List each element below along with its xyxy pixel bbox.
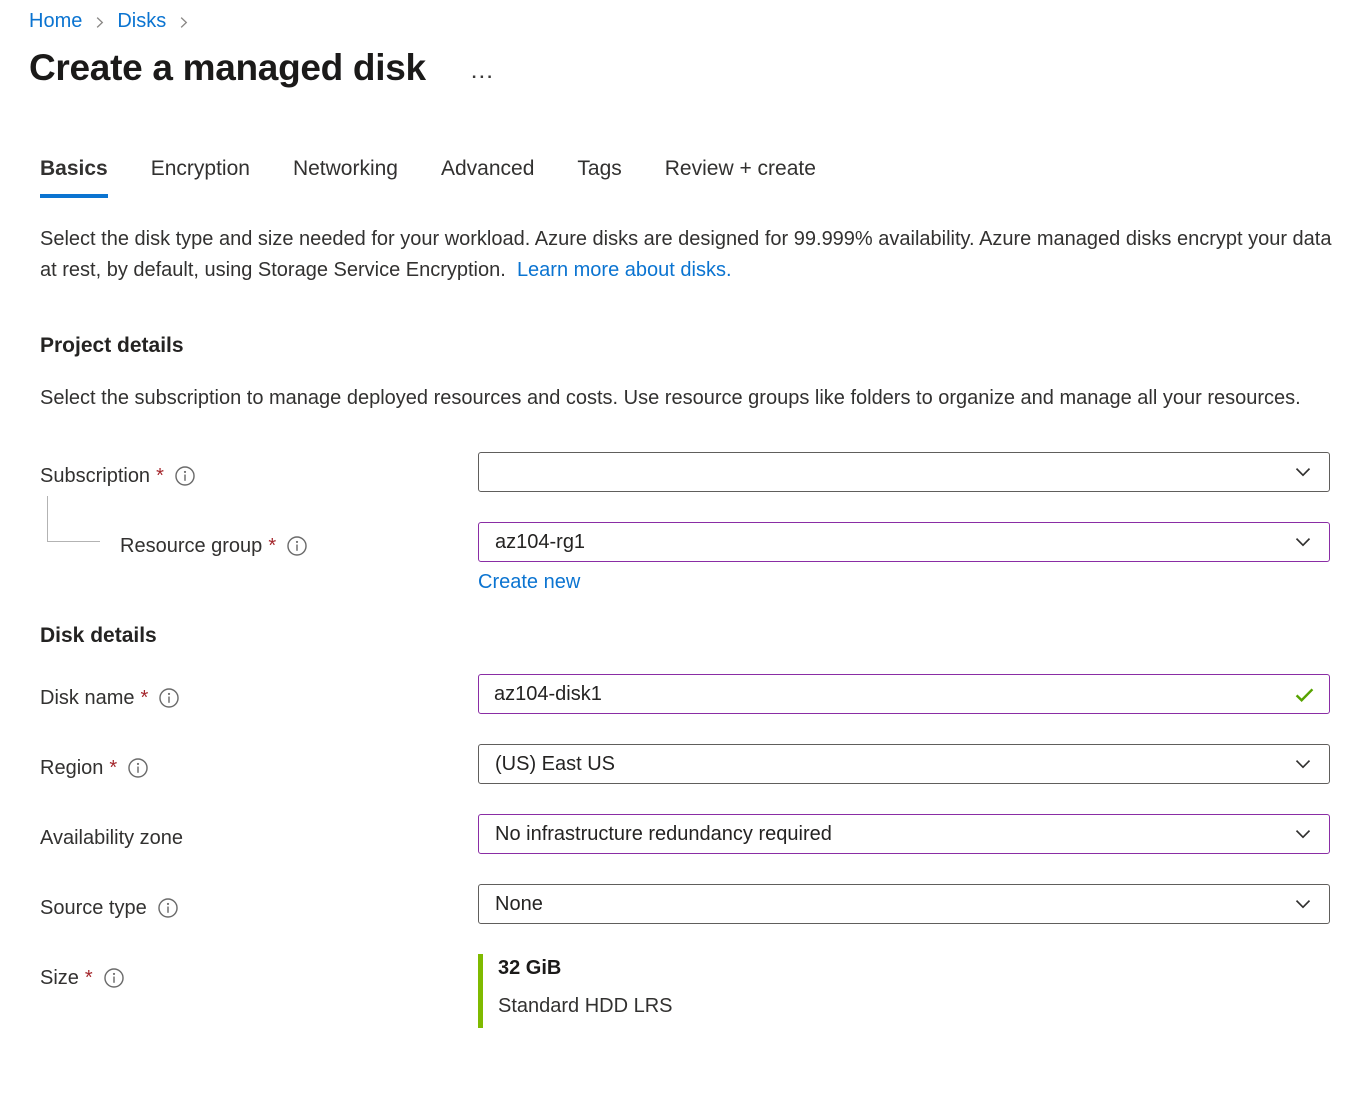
availability-zone-field-cell: No infrastructure redundancy required (478, 814, 1330, 854)
availability-zone-dropdown[interactable]: No infrastructure redundancy required (478, 814, 1330, 854)
subscription-row: Subscription * (40, 452, 1348, 492)
breadcrumb: Home Disks (0, 0, 1348, 33)
project-details-description: Select the subscription to manage deploy… (40, 383, 1325, 414)
section-heading-project-details: Project details (40, 334, 1348, 358)
size-label-cell: Size * (40, 954, 478, 994)
size-field-cell: 32 GiB Standard HDD LRS (478, 954, 1330, 1028)
disk-name-label-cell: Disk name * (40, 674, 478, 714)
create-new-resource-group-link[interactable]: Create new (478, 571, 580, 594)
region-dropdown[interactable]: (US) East US (478, 744, 1330, 784)
required-asterisk: * (109, 757, 117, 780)
more-menu-button[interactable]: ... (472, 63, 495, 83)
source-type-dropdown[interactable]: None (478, 884, 1330, 924)
chevron-down-icon (1293, 754, 1313, 774)
size-label: Size (40, 967, 79, 990)
tab-review-create[interactable]: Review + create (665, 157, 816, 198)
required-asterisk: * (140, 687, 148, 710)
source-type-field-cell: None (478, 884, 1330, 924)
basics-form: Subscription * Resource group (40, 452, 1348, 1028)
subscription-field-cell (478, 452, 1330, 492)
subscription-dropdown[interactable] (478, 452, 1330, 492)
chevron-down-icon (1293, 894, 1313, 914)
learn-more-link[interactable]: Learn more about disks. (517, 259, 732, 281)
availability-zone-label-cell: Availability zone (40, 814, 478, 854)
region-label-cell: Region * (40, 744, 478, 784)
info-icon[interactable] (157, 897, 179, 919)
chevron-down-icon (1293, 824, 1313, 844)
breadcrumb-link-home[interactable]: Home (29, 10, 82, 33)
create-managed-disk-page: Home Disks Create a managed disk ... Bas… (0, 0, 1348, 1101)
size-value: 32 GiB (498, 957, 1330, 980)
availability-zone-value: No infrastructure redundancy required (495, 823, 832, 846)
source-type-row: Source type None (40, 884, 1348, 924)
size-row: Size * 32 GiB Standard HDD LRS (40, 954, 1348, 1028)
tab-bar: Basics Encryption Networking Advanced Ta… (40, 157, 1348, 198)
source-type-label-cell: Source type (40, 884, 478, 924)
availability-zone-label: Availability zone (40, 827, 183, 850)
size-sku: Standard HDD LRS (498, 995, 1330, 1018)
section-heading-disk-details: Disk details (40, 624, 1348, 648)
resource-group-label: Resource group (120, 535, 262, 558)
intro-text: Select the disk type and size needed for… (40, 224, 1334, 286)
required-asterisk: * (85, 967, 93, 990)
chevron-down-icon (1293, 532, 1313, 552)
tab-networking[interactable]: Networking (293, 157, 398, 198)
region-row: Region * (US) East US (40, 744, 1348, 784)
tab-advanced[interactable]: Advanced (441, 157, 534, 198)
info-icon[interactable] (158, 687, 180, 709)
tab-encryption[interactable]: Encryption (151, 157, 250, 198)
source-type-value: None (495, 893, 543, 916)
disk-name-label: Disk name (40, 687, 134, 710)
breadcrumb-link-disks[interactable]: Disks (117, 10, 166, 33)
required-asterisk: * (268, 535, 276, 558)
required-asterisk: * (156, 465, 164, 488)
subscription-label-cell: Subscription * (40, 452, 478, 492)
size-summary: 32 GiB Standard HDD LRS (478, 954, 1330, 1028)
info-icon[interactable] (103, 967, 125, 989)
resource-group-row: Resource group * az104-rg1 Create new (40, 522, 1348, 594)
disk-name-input[interactable] (478, 674, 1330, 714)
resource-group-dropdown[interactable]: az104-rg1 (478, 522, 1330, 562)
chevron-down-icon (1293, 462, 1313, 482)
source-type-label: Source type (40, 897, 147, 920)
region-value: (US) East US (495, 753, 615, 776)
info-icon[interactable] (174, 465, 196, 487)
chevron-right-icon (92, 15, 107, 30)
region-label: Region (40, 757, 103, 780)
disk-name-field-cell (478, 674, 1330, 714)
title-row: Create a managed disk ... (0, 47, 1348, 89)
resource-group-value: az104-rg1 (495, 531, 585, 554)
region-field-cell: (US) East US (478, 744, 1330, 784)
disk-name-row: Disk name * (40, 674, 1348, 714)
info-icon[interactable] (127, 757, 149, 779)
valid-checkmark-icon (1293, 683, 1316, 711)
info-icon[interactable] (286, 535, 308, 557)
resource-group-label-cell: Resource group * (40, 522, 478, 562)
subscription-label: Subscription (40, 465, 150, 488)
tab-tags[interactable]: Tags (577, 157, 621, 198)
page-title: Create a managed disk (29, 47, 426, 89)
chevron-right-icon (176, 15, 191, 30)
resource-group-field-cell: az104-rg1 Create new (478, 522, 1330, 594)
availability-zone-row: Availability zone No infrastructure redu… (40, 814, 1348, 854)
nesting-connector-line (47, 496, 100, 542)
tab-basics[interactable]: Basics (40, 157, 108, 198)
